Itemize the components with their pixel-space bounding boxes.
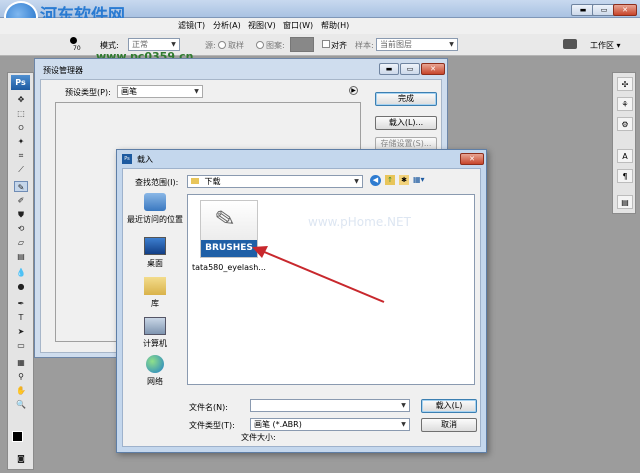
annotation-arrow: [252, 246, 385, 303]
arrow-shaft: [261, 250, 385, 303]
